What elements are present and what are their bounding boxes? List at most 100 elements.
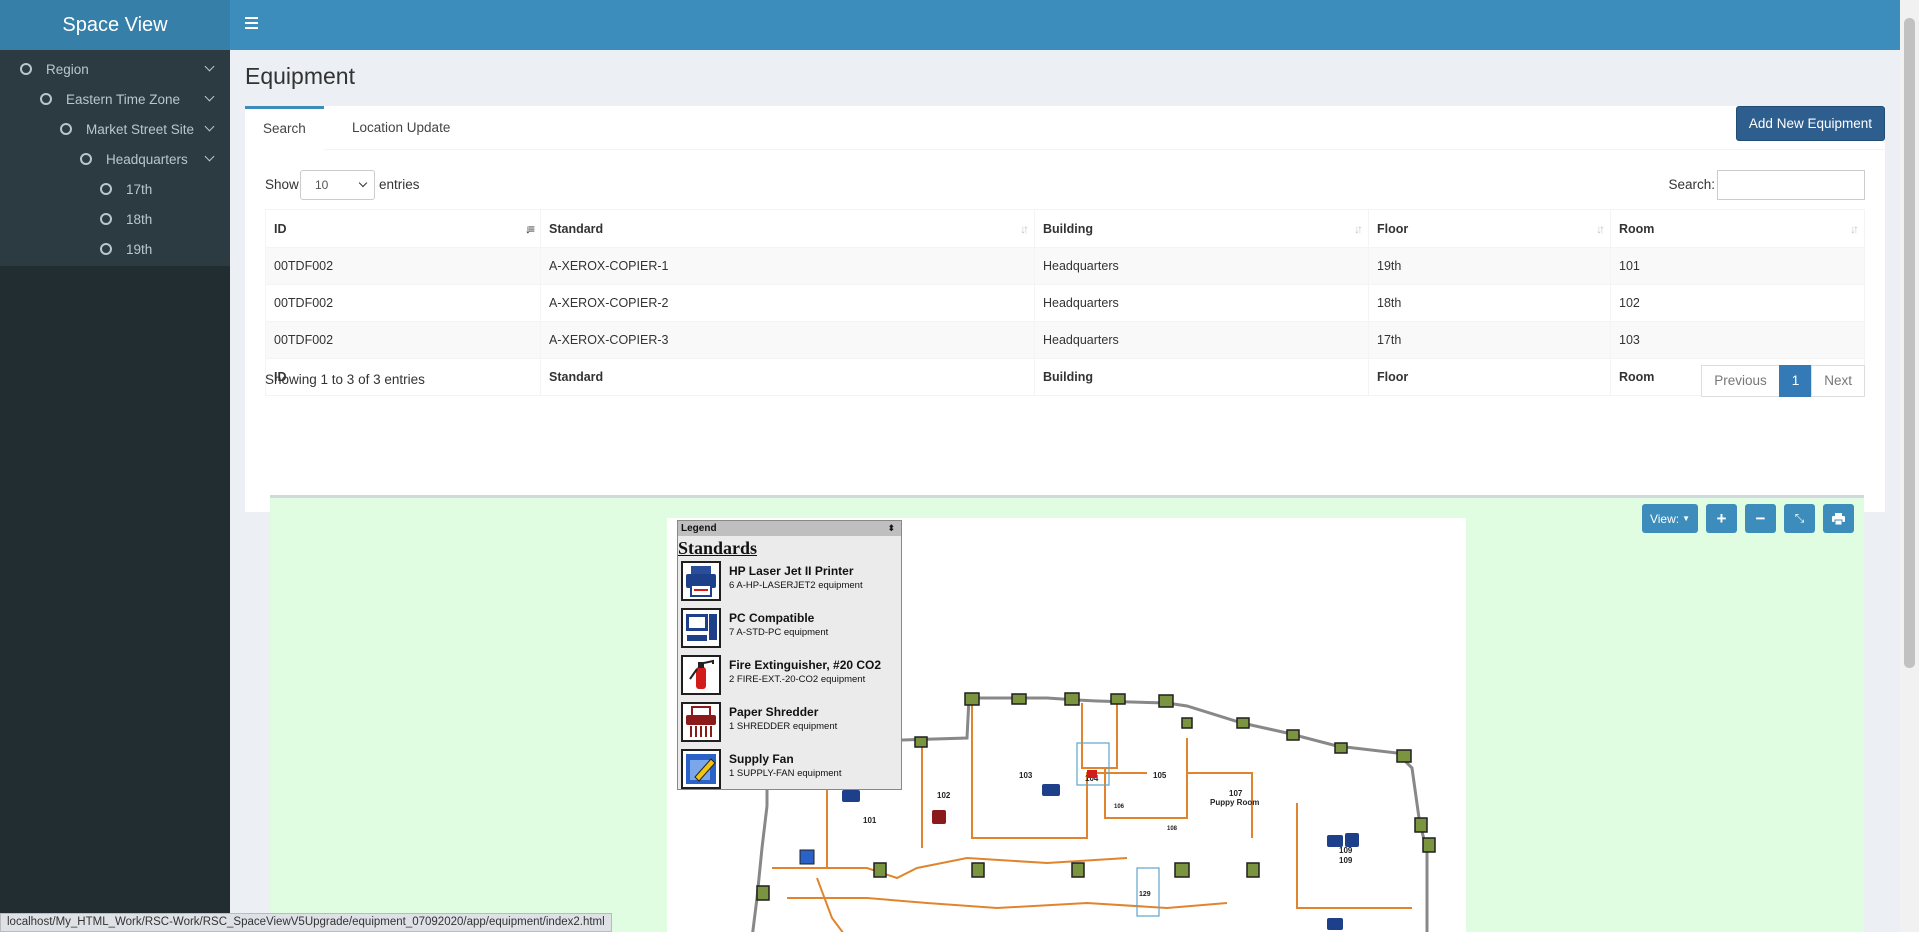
entries-select[interactable]: 10	[300, 170, 375, 200]
column-header-id[interactable]: ID ↓≡	[265, 209, 541, 248]
circle-icon	[60, 123, 72, 135]
tree-item-eastern-time-zone[interactable]: Eastern Time Zone	[0, 84, 230, 114]
column-header-floor[interactable]: Floor ↓↑	[1368, 209, 1611, 248]
legend-header[interactable]: Legend ⬍	[678, 521, 901, 536]
table-row[interactable]: 00TDF002 A-XEROX-COPIER-2 Headquarters 1…	[265, 284, 1865, 322]
floor-plan-viewer[interactable]: 101 102 103 104 105 106 107 Puppy Room 1…	[270, 495, 1864, 932]
legend-item-count: 1 SUPPLY-FAN equipment	[729, 768, 842, 779]
tree-item-label: Eastern Time Zone	[66, 91, 181, 107]
circle-icon	[40, 93, 52, 105]
circle-icon	[20, 63, 32, 75]
circle-icon	[100, 213, 112, 225]
tree-item-17th[interactable]: 17th	[0, 174, 230, 204]
brand-logo[interactable]: Space View	[0, 0, 230, 50]
table-info: Showing 1 to 3 of 3 entries	[265, 372, 425, 387]
column-header-standard[interactable]: Standard ↓↑	[540, 209, 1035, 248]
zoom-out-icon[interactable]: −	[1745, 504, 1776, 533]
tree-item-label: 19th	[126, 241, 153, 257]
cell-building: Headquarters	[1034, 284, 1369, 322]
shredder-icon	[681, 702, 721, 742]
legend-item: PC Compatible 7 A-STD-PC equipment	[678, 606, 901, 653]
cell-room: 103	[1610, 321, 1865, 359]
legend-panel[interactable]: Legend ⬍ Standards HP Laser Jet II Print…	[677, 520, 902, 790]
collapse-toggle-icon[interactable]: ⬍	[887, 521, 895, 536]
location-tree: Region Eastern Time Zone Market Street S…	[0, 50, 230, 266]
entries-value: 10	[315, 178, 329, 192]
legend-item-count: 1 SHREDDER equipment	[729, 721, 838, 732]
tab-header: Search Location Update Add New Equipment	[245, 106, 1885, 150]
room-label-107: 107	[1229, 789, 1243, 798]
tree-item-label: 17th	[126, 181, 153, 197]
tree-item-18th[interactable]: 18th	[0, 204, 230, 234]
tree-item-headquarters[interactable]: Headquarters	[0, 144, 230, 174]
legend-item-name: Supply Fan	[729, 752, 794, 766]
show-label: Show	[265, 177, 299, 192]
hamburger-menu-icon[interactable]	[245, 17, 258, 31]
fit-extent-icon[interactable]: ⤡	[1784, 504, 1815, 533]
room-label-103: 103	[1019, 771, 1033, 780]
footer-building: Building	[1034, 358, 1369, 396]
fire-extinguisher-icon	[681, 655, 721, 695]
tree-item-market-street-site[interactable]: Market Street Site	[0, 114, 230, 144]
room-label-129: 129	[1139, 891, 1151, 898]
tree-item-19th[interactable]: 19th	[0, 234, 230, 264]
scrollbar-thumb[interactable]	[1904, 18, 1915, 668]
tree-item-region[interactable]: Region	[0, 54, 230, 84]
chevron-down-icon[interactable]	[204, 121, 215, 132]
cell-id: 00TDF002	[265, 284, 541, 322]
room-label-106: 106	[1114, 804, 1125, 810]
footer-floor: Floor	[1368, 358, 1611, 396]
page-1-button[interactable]: 1	[1778, 365, 1813, 397]
browser-status-url: localhost/My_HTML_Work/RSC-Work/RSC_Spac…	[0, 913, 612, 932]
page-scrollbar[interactable]	[1900, 0, 1919, 932]
print-icon[interactable]	[1823, 504, 1854, 533]
room-label-puppy-room: Puppy Room	[1210, 798, 1259, 807]
column-header-building[interactable]: Building ↓↑	[1034, 209, 1369, 248]
legend-item-name: HP Laser Jet II Printer	[729, 564, 854, 578]
room-label-102: 102	[937, 791, 951, 800]
chevron-down-icon	[358, 178, 368, 188]
caret-down-icon: ▼	[1682, 514, 1690, 523]
zoom-in-icon[interactable]: +	[1706, 504, 1737, 533]
legend-item-name: Paper Shredder	[729, 705, 819, 719]
cell-floor: 19th	[1368, 247, 1611, 285]
chevron-down-icon[interactable]	[204, 151, 215, 162]
cell-standard: A-XEROX-COPIER-3	[540, 321, 1035, 359]
sort-icon: ↓↑	[1020, 222, 1029, 236]
table-row[interactable]: 00TDF002 A-XEROX-COPIER-3 Headquarters 1…	[265, 321, 1865, 359]
legend-item: HP Laser Jet II Printer 6 A-HP-LASERJET2…	[678, 559, 901, 606]
cell-room: 101	[1610, 247, 1865, 285]
computer-icon	[681, 608, 721, 648]
view-dropdown-button[interactable]: View: ▼	[1641, 504, 1698, 533]
chevron-down-icon[interactable]	[204, 91, 215, 102]
tree-item-label: Headquarters	[106, 151, 188, 167]
search-label: Search:	[1668, 177, 1715, 192]
sort-icon: ↓↑	[1596, 222, 1605, 236]
tree-item-label: Market Street Site	[86, 121, 195, 137]
add-new-equipment-button[interactable]: Add New Equipment	[1735, 106, 1885, 141]
column-header-room[interactable]: Room ↓↑	[1610, 209, 1865, 248]
sidebar: Space View Region Eastern Time Zone Mark…	[0, 0, 230, 932]
chevron-down-icon[interactable]	[204, 61, 215, 72]
footer-standard: Standard	[540, 358, 1035, 396]
sort-icon: ↓↑	[1354, 222, 1363, 236]
room-label-108: 108	[1167, 826, 1178, 832]
page-title: Equipment	[245, 63, 355, 89]
next-page-button[interactable]: Next	[1811, 365, 1865, 397]
table-row[interactable]: 00TDF002 A-XEROX-COPIER-1 Headquarters 1…	[265, 247, 1865, 285]
circle-icon	[100, 183, 112, 195]
search-input[interactable]	[1717, 170, 1865, 200]
cell-floor: 18th	[1368, 284, 1611, 322]
tab-location-update[interactable]: Location Update	[334, 106, 468, 150]
circle-icon	[80, 153, 92, 165]
entries-label: entries	[379, 177, 420, 192]
previous-page-button[interactable]: Previous	[1701, 365, 1780, 397]
tab-search[interactable]: Search	[245, 106, 324, 150]
cell-room: 102	[1610, 284, 1865, 322]
sort-icon: ↓↑	[1850, 222, 1859, 236]
tree-item-label: Region	[46, 61, 89, 77]
room-label-101: 101	[863, 816, 877, 825]
legend-item: Supply Fan 1 SUPPLY-FAN equipment	[678, 747, 901, 794]
printer-icon	[681, 561, 721, 601]
tree-item-label: 18th	[126, 211, 153, 227]
